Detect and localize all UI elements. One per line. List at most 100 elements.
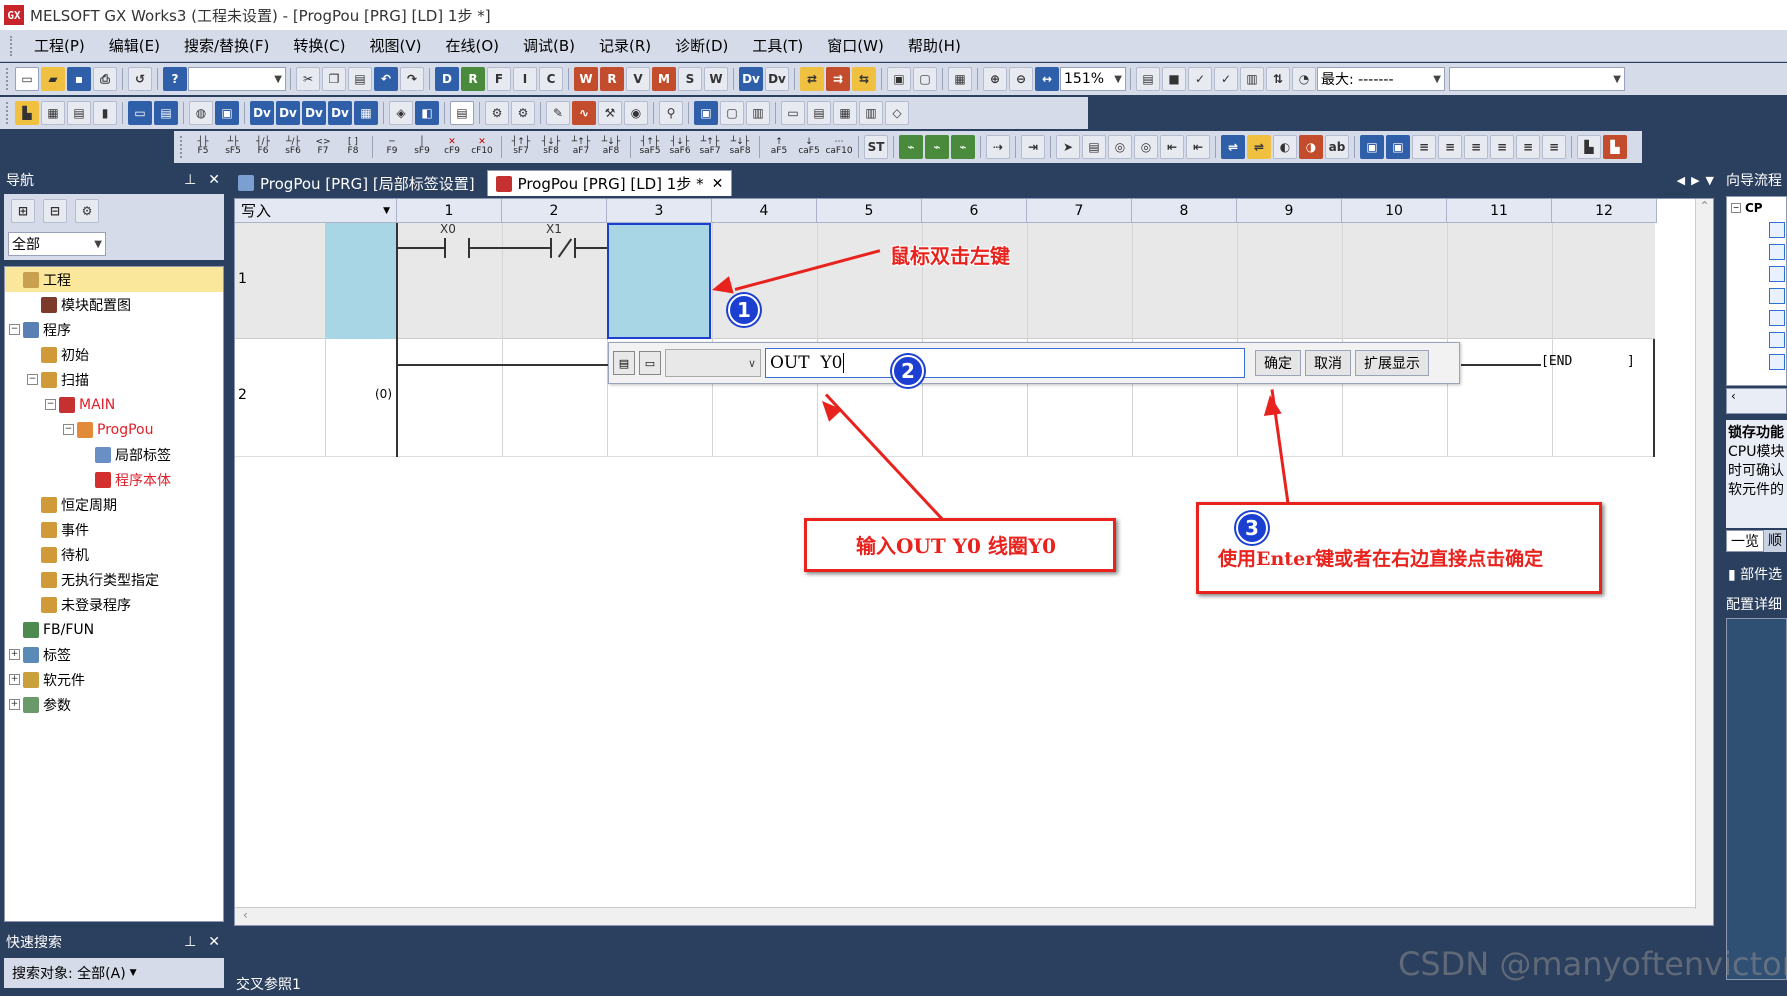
save-icon[interactable]: ▪ <box>67 67 91 91</box>
comment-icon[interactable]: ▭ <box>639 351 661 375</box>
network-config-icon[interactable]: ⚙ <box>511 101 535 125</box>
display-icon[interactable]: ▦ <box>948 67 972 91</box>
tree-item[interactable]: 初始 <box>5 342 223 367</box>
fkey-delete-hline-icon[interactable]: ✕ cF9 <box>438 135 466 159</box>
fkey-operation-result-icon[interactable]: ↑ aF5 <box>765 135 793 159</box>
fkey-hline-icon[interactable]: ─ F9 <box>378 135 406 159</box>
device-search-icon[interactable]: D <box>435 67 459 91</box>
horizontal-scrollbar[interactable]: ‹ <box>235 907 1713 925</box>
ladder-tool-12-icon[interactable]: ⇌ <box>1221 135 1245 159</box>
ladder-tool-13-icon[interactable]: ⇌ <box>1247 135 1271 159</box>
tree-item[interactable]: 模块配置图 <box>5 292 223 317</box>
tab-local-label[interactable]: ProgPou [PRG] [局部标签设置] <box>230 170 483 196</box>
online-icon[interactable]: ▤ <box>1136 67 1160 91</box>
wizard-item[interactable] <box>1727 263 1786 285</box>
binoculars-icon[interactable]: ◍ <box>189 101 213 125</box>
ladder-tool-3-icon[interactable]: ⌁ <box>951 135 975 159</box>
fkey-open-branch-icon[interactable]: ┴├ sF5 <box>219 135 247 159</box>
comment-search-icon[interactable]: C <box>539 67 563 91</box>
instruction-type-dropdown[interactable]: ∨ <box>665 349 761 377</box>
expand-icon[interactable]: + <box>9 649 20 660</box>
open-folder-icon[interactable]: ▰ <box>41 67 65 91</box>
print-icon[interactable]: ⎙ <box>93 67 117 91</box>
undo-history-icon[interactable]: ↺ <box>128 67 152 91</box>
wizard-item[interactable] <box>1727 219 1786 241</box>
module-monitor-icon[interactable]: ◈ <box>389 101 413 125</box>
document-icon[interactable]: ▤ <box>450 101 474 125</box>
tree-item[interactable]: 待机 <box>5 542 223 567</box>
menu-edit[interactable]: 编辑(E) <box>97 31 172 60</box>
check-icon[interactable]: ✓ <box>1188 67 1212 91</box>
menu-convert[interactable]: 转换(C) <box>281 31 357 60</box>
device-replace-icon[interactable]: R <box>461 67 485 91</box>
fkey-falling-nc-icon[interactable]: ┤↓├ saF6 <box>666 135 694 159</box>
label-cell[interactable] <box>325 223 397 339</box>
module-icon[interactable]: ▥ <box>1240 67 1264 91</box>
collapse-icon[interactable]: ⊟ <box>43 199 67 223</box>
fit-width-icon[interactable]: ↔ <box>1035 67 1059 91</box>
menu-debug[interactable]: 调试(B) <box>511 31 587 60</box>
tree-item[interactable]: − MAIN <box>5 392 223 417</box>
blank-combo[interactable]: ▼ <box>1449 67 1625 91</box>
edit-mode[interactable]: 写入 ▼ <box>235 199 397 222</box>
collapse-icon[interactable]: − <box>1731 203 1741 213</box>
tree-item[interactable]: − 程序 <box>5 317 223 342</box>
ladder-tool-15-icon[interactable]: ◑ <box>1299 135 1323 159</box>
ladder-tool-8-icon[interactable]: ◎ <box>1108 135 1132 159</box>
memory-icon[interactable]: ▣ <box>694 101 718 125</box>
contact-x1[interactable] <box>550 238 576 258</box>
search-combo[interactable]: ▼ <box>188 67 286 91</box>
search-target-selector[interactable]: 搜索对象: 全部(A) ▼ <box>4 958 224 988</box>
link-icon[interactable] <box>1769 332 1785 348</box>
remote-icon[interactable]: ⇅ <box>1266 67 1290 91</box>
ladder-tool-10-icon[interactable]: ⇤ <box>1160 135 1184 159</box>
ladder-tool-17-icon[interactable]: ▣ <box>1360 135 1384 159</box>
close-icon[interactable]: ✕ <box>208 172 220 188</box>
fkey-delete-vline-icon[interactable]: ✕ cF10 <box>468 135 496 159</box>
ladder-tool-26-icon[interactable]: ▙ <box>1603 135 1627 159</box>
gear-icon[interactable]: ⚙ <box>75 199 99 223</box>
link-icon[interactable] <box>1769 266 1785 282</box>
tree-item[interactable]: 事件 <box>5 517 223 542</box>
undo-icon[interactable]: ↶ <box>374 67 398 91</box>
ladder-tool-5-icon[interactable]: ⇥ <box>1021 135 1045 159</box>
expand-display-button[interactable]: 扩展显示 <box>1355 350 1429 376</box>
fkey-inline-icon[interactable]: ⋯ caF10 <box>825 135 853 159</box>
tree-item[interactable]: − 扫描 <box>5 367 223 392</box>
fkey-closed-branch-icon[interactable]: ┴/├ sF6 <box>279 135 307 159</box>
pin-icon[interactable]: ⊥ <box>184 934 196 950</box>
ladder-tool-23-icon[interactable]: ≡ <box>1516 135 1540 159</box>
zoom-in-icon[interactable]: ⊕ <box>983 67 1007 91</box>
link-icon[interactable] <box>1769 310 1785 326</box>
ladder-tool-16-icon[interactable]: ab <box>1325 135 1349 159</box>
clock-icon[interactable]: ◔ <box>1292 67 1316 91</box>
device-memory-icon[interactable]: Dv <box>302 101 326 125</box>
trace-icon[interactable]: ∿ <box>572 101 596 125</box>
menu-diagnostics[interactable]: 诊断(D) <box>663 31 740 60</box>
cut-icon[interactable]: ✂ <box>296 67 320 91</box>
monitor-stop-icon[interactable]: S <box>678 67 702 91</box>
tree-item[interactable]: 局部标签 <box>5 442 223 467</box>
fkey-closed-contact-icon[interactable]: ┤/├ F6 <box>249 135 277 159</box>
ladder-tool-20-icon[interactable]: ≡ <box>1438 135 1462 159</box>
wizard-item[interactable] <box>1727 307 1786 329</box>
menu-project[interactable]: 工程(P) <box>22 31 97 60</box>
ladder-tool-22-icon[interactable]: ≡ <box>1490 135 1514 159</box>
ladder-tool-7-icon[interactable]: ▤ <box>1082 135 1106 159</box>
redo-icon[interactable]: ↷ <box>400 67 424 91</box>
read-plc-icon[interactable]: R <box>600 67 624 91</box>
ladder-tool-21-icon[interactable]: ≡ <box>1464 135 1488 159</box>
ladder-tool-14-icon[interactable]: ◐ <box>1273 135 1297 159</box>
tree-item[interactable]: 工程 <box>5 267 223 292</box>
ladder-tool-6-icon[interactable]: ➤ <box>1056 135 1080 159</box>
memory-clear-icon[interactable]: ▢ <box>720 101 744 125</box>
wizard-item[interactable] <box>1727 285 1786 307</box>
table-icon[interactable]: ▦ <box>354 101 378 125</box>
collapse-icon[interactable]: − <box>45 399 56 410</box>
parts-selection[interactable]: ▮ 部件选 <box>1728 564 1782 584</box>
online-change-icon[interactable]: ⇆ <box>852 67 876 91</box>
cross-reference-icon[interactable]: ▣ <box>215 101 239 125</box>
ladder-tool-18-icon[interactable]: ▣ <box>1386 135 1410 159</box>
fkey-falling-branch-icon[interactable]: ┴↓├ aF8 <box>597 135 625 159</box>
tree-item[interactable]: + 软元件 <box>5 667 223 692</box>
